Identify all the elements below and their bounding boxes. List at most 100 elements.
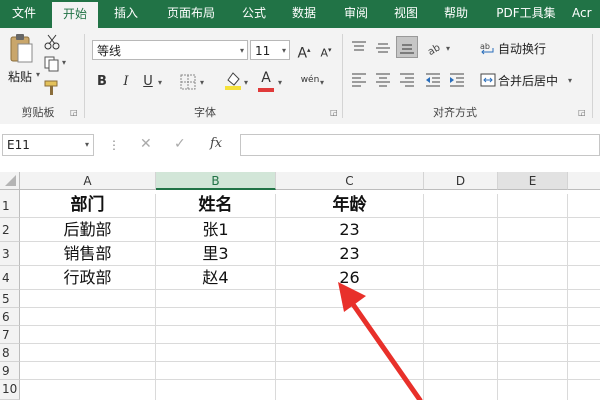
paste-dropdown-icon[interactable]: ▾ — [36, 70, 40, 79]
italic-button[interactable]: I — [116, 72, 136, 92]
ribbon-tab-bar: 文件 开始 插入 页面布局 公式 数据 审阅 视图 帮助 PDF工具集 Acr — [0, 0, 600, 28]
separator — [592, 34, 593, 118]
align-middle-icon[interactable] — [374, 40, 392, 56]
align-right-icon[interactable] — [398, 72, 416, 88]
shrink-font-label: A — [320, 46, 328, 60]
cell-b2[interactable]: 张1 — [156, 218, 276, 242]
row-header-5[interactable]: 5 — [0, 290, 20, 308]
row-header-4[interactable]: 4 — [0, 266, 20, 290]
alignment-launcher-icon[interactable]: ◲ — [578, 108, 586, 117]
row-header-7[interactable]: 7 — [0, 326, 20, 344]
cell-b3[interactable]: 里3 — [156, 242, 276, 266]
cell-a2[interactable]: 后勤部 — [20, 218, 156, 242]
shrink-font-button[interactable]: A▾ — [316, 40, 336, 60]
column-header-c[interactable]: C — [276, 172, 424, 190]
cell-c1[interactable]: 年龄 — [276, 194, 424, 218]
phonetic-guide-button[interactable]: wén — [300, 70, 320, 90]
cell-c3[interactable]: 23 — [276, 242, 424, 266]
row-header-9[interactable]: 9 — [0, 362, 20, 380]
insert-function-icon[interactable]: fx — [210, 136, 222, 151]
tab-acrobat[interactable]: Acr — [572, 0, 600, 28]
chevron-down-icon: ▾ — [84, 140, 89, 149]
decrease-indent-icon[interactable] — [424, 72, 442, 88]
font-name-dropdown[interactable]: 等线 ▾ — [92, 40, 248, 60]
wrap-text-button[interactable]: 自动换行 — [498, 40, 546, 57]
merge-center-dropdown-icon[interactable]: ▾ — [568, 76, 572, 85]
column-header-a[interactable]: A — [20, 172, 156, 190]
merge-center-icon[interactable] — [480, 72, 496, 88]
column-header-e[interactable]: E — [498, 172, 568, 190]
cell-a3[interactable]: 销售部 — [20, 242, 156, 266]
cell-d3[interactable] — [424, 242, 498, 266]
formula-input[interactable] — [240, 134, 600, 156]
cancel-icon[interactable]: ✕ — [140, 136, 152, 152]
tab-pdf-tools[interactable]: PDF工具集 — [488, 0, 564, 28]
align-left-icon[interactable] — [350, 72, 368, 88]
tab-review[interactable]: 审阅 — [336, 0, 376, 28]
format-painter-icon[interactable] — [44, 80, 60, 96]
tab-view[interactable]: 视图 — [386, 0, 426, 28]
row-header-6[interactable]: 6 — [0, 308, 20, 326]
phonetic-dropdown-icon[interactable]: ▾ — [320, 78, 324, 87]
tab-page-layout[interactable]: 页面布局 — [158, 0, 224, 28]
align-bottom-icon[interactable] — [396, 36, 418, 58]
font-size-dropdown[interactable]: 11 ▾ — [250, 40, 290, 60]
clipboard-group-label: 剪贴板 — [21, 106, 55, 119]
tab-insert[interactable]: 插入 — [106, 0, 146, 28]
orientation-dropdown-icon[interactable]: ▾ — [446, 44, 450, 53]
borders-dropdown-icon[interactable]: ▾ — [200, 78, 204, 87]
tab-home[interactable]: 开始 — [52, 0, 98, 28]
underline-dropdown-icon[interactable]: ▾ — [158, 78, 162, 87]
font-launcher-icon[interactable]: ◲ — [330, 108, 338, 117]
align-center-icon[interactable] — [374, 72, 392, 88]
cell-a4[interactable]: 行政部 — [20, 266, 156, 290]
column-header-d[interactable]: D — [424, 172, 498, 190]
cell-e2[interactable] — [498, 218, 568, 242]
enter-icon[interactable]: ✓ — [174, 136, 186, 152]
cell-b1[interactable]: 姓名 — [156, 194, 276, 218]
cell-b4[interactable]: 赵4 — [156, 266, 276, 290]
row-header-10[interactable]: 10 — [0, 380, 20, 400]
empty-grid-area[interactable] — [20, 290, 600, 400]
increase-indent-icon[interactable] — [448, 72, 466, 88]
clipboard-launcher-icon[interactable]: ◲ — [70, 108, 78, 117]
font-size-value: 11 — [255, 44, 271, 58]
grow-font-button[interactable]: A▴ — [294, 40, 314, 62]
copy-dropdown-icon[interactable]: ▾ — [62, 58, 66, 67]
bold-button[interactable]: B — [92, 72, 112, 92]
column-header-b[interactable]: B — [156, 172, 276, 190]
cell-c2[interactable]: 23 — [276, 218, 424, 242]
paste-icon[interactable] — [8, 34, 34, 64]
name-box[interactable]: E11 ▾ — [2, 134, 94, 156]
column-header-f[interactable] — [568, 172, 600, 190]
cell-e3[interactable] — [498, 242, 568, 266]
font-color-dropdown-icon[interactable]: ▾ — [278, 78, 282, 87]
cut-icon[interactable] — [44, 34, 60, 50]
fill-color-dropdown-icon[interactable]: ▾ — [244, 78, 248, 87]
tab-formulas[interactable]: 公式 — [234, 0, 274, 28]
select-all-corner[interactable] — [0, 172, 20, 190]
align-top-icon[interactable] — [350, 40, 368, 56]
orientation-icon[interactable]: ab — [426, 40, 444, 58]
borders-icon[interactable] — [180, 74, 196, 90]
row-header-2[interactable]: 2 — [0, 218, 20, 242]
name-box-value: E11 — [7, 138, 30, 152]
cell-d1[interactable] — [424, 194, 498, 218]
tab-file[interactable]: 文件 — [4, 0, 44, 28]
row-header-3[interactable]: 3 — [0, 242, 20, 266]
cell-e4[interactable] — [498, 266, 568, 290]
cell-e1[interactable] — [498, 194, 568, 218]
cell-a1[interactable]: 部门 — [20, 194, 156, 218]
paste-button[interactable]: 粘贴 — [8, 68, 32, 85]
font-color-button[interactable]: A — [256, 68, 276, 88]
fill-color-icon[interactable] — [224, 70, 242, 90]
row-header-8[interactable]: 8 — [0, 344, 20, 362]
copy-icon[interactable] — [44, 56, 60, 72]
tab-help[interactable]: 帮助 — [436, 0, 476, 28]
underline-button[interactable]: U — [138, 72, 158, 92]
tab-data[interactable]: 数据 — [284, 0, 324, 28]
merge-center-button[interactable]: 合并后居中 — [498, 72, 558, 89]
row-header-1[interactable]: 1 — [0, 194, 20, 218]
cell-d2[interactable] — [424, 218, 498, 242]
wrap-text-icon[interactable]: ab — [480, 40, 496, 56]
